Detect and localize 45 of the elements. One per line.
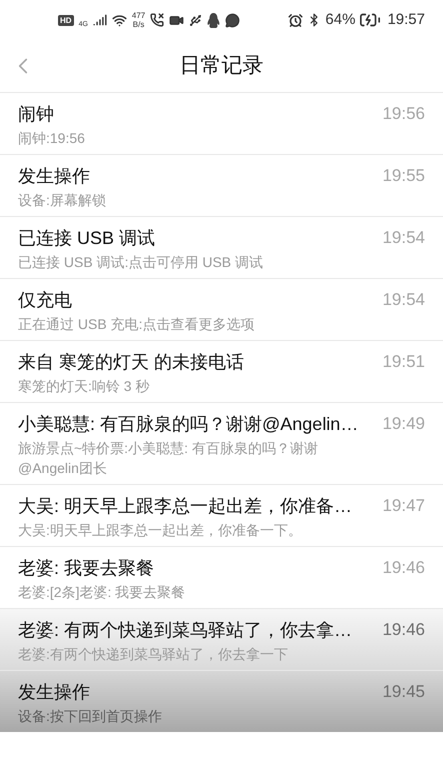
record-title: 仅充电 <box>18 289 73 312</box>
record-time: 19:56 <box>382 103 425 125</box>
penguin-icon <box>207 12 220 28</box>
record-title: 小美聪慧: 有百脉泉的吗？谢谢@Angelin… <box>18 413 360 436</box>
record-time: 19:46 <box>382 557 425 579</box>
speed-unit: B/s <box>132 20 144 29</box>
record-detail: 大吴:明天早上跟李总一起出差，你准备一下。 <box>18 521 303 540</box>
record-detail: 闹钟:19:56 <box>18 129 86 148</box>
record-time: 19:46 <box>382 619 425 641</box>
record-detail: 设备:按下回到首页操作 <box>18 707 163 726</box>
record-detail: 老婆:[2条]老婆: 我要去聚餐 <box>18 583 186 602</box>
wifi-icon <box>112 12 127 28</box>
record-title: 老婆: 我要去聚餐 <box>18 557 156 580</box>
speed-value: 477 <box>132 11 146 20</box>
record-detail: 已连接 USB 调试:点击可停用 USB 调试 <box>18 253 264 272</box>
record-title: 来自 寒笼的灯天 的未接电话 <box>18 351 246 374</box>
record-item[interactable]: 老婆: 有两个快递到菜鸟驿站了，你去拿… 老婆:有两个快递到菜鸟驿站了，你去拿一下 19:46 <box>0 608 443 670</box>
record-time: 19:55 <box>382 165 425 187</box>
record-item[interactable]: 发生操作 设备:按下回到首页操作 19:45 <box>0 670 443 732</box>
record-time: 19:45 <box>382 681 425 703</box>
chat-icon <box>225 12 240 28</box>
record-detail: 老婆:有两个快递到菜鸟驿站了，你去拿一下 <box>18 645 289 664</box>
record-time: 19:54 <box>382 289 425 311</box>
record-detail: 寒笼的灯天:响铃 3 秒 <box>18 377 150 396</box>
page-title: 日常记录 <box>180 53 264 80</box>
record-title: 老婆: 有两个快递到菜鸟驿站了，你去拿… <box>18 619 354 642</box>
record-time: 19:51 <box>382 351 425 373</box>
record-title: 大吴: 明天早上跟李总一起出差，你准备… <box>18 495 354 518</box>
record-title: 发生操作 <box>18 681 91 704</box>
record-title: 已连接 USB 调试 <box>18 227 156 250</box>
clock-time: 19:57 <box>387 10 425 30</box>
record-detail: 正在通过 USB 充电:点击查看更多选项 <box>18 315 256 334</box>
record-time: 19:54 <box>382 227 425 249</box>
usb-icon <box>189 14 202 26</box>
record-title: 闹钟 <box>18 103 55 126</box>
record-title: 发生操作 <box>18 165 91 188</box>
record-time: 19:47 <box>382 495 425 517</box>
missed-call-icon <box>150 13 164 27</box>
hd-badge: HD <box>58 14 74 26</box>
alarm-icon <box>288 12 304 28</box>
record-detail: 设备:屏幕解锁 <box>18 191 107 210</box>
signal-icon <box>92 13 107 27</box>
record-detail: 旅游景点~特价票:小美聪慧: 有百脉泉的吗？谢谢@Angelin团长 <box>18 439 319 478</box>
battery-percent: 64% <box>325 10 356 30</box>
record-time: 19:49 <box>382 413 425 435</box>
